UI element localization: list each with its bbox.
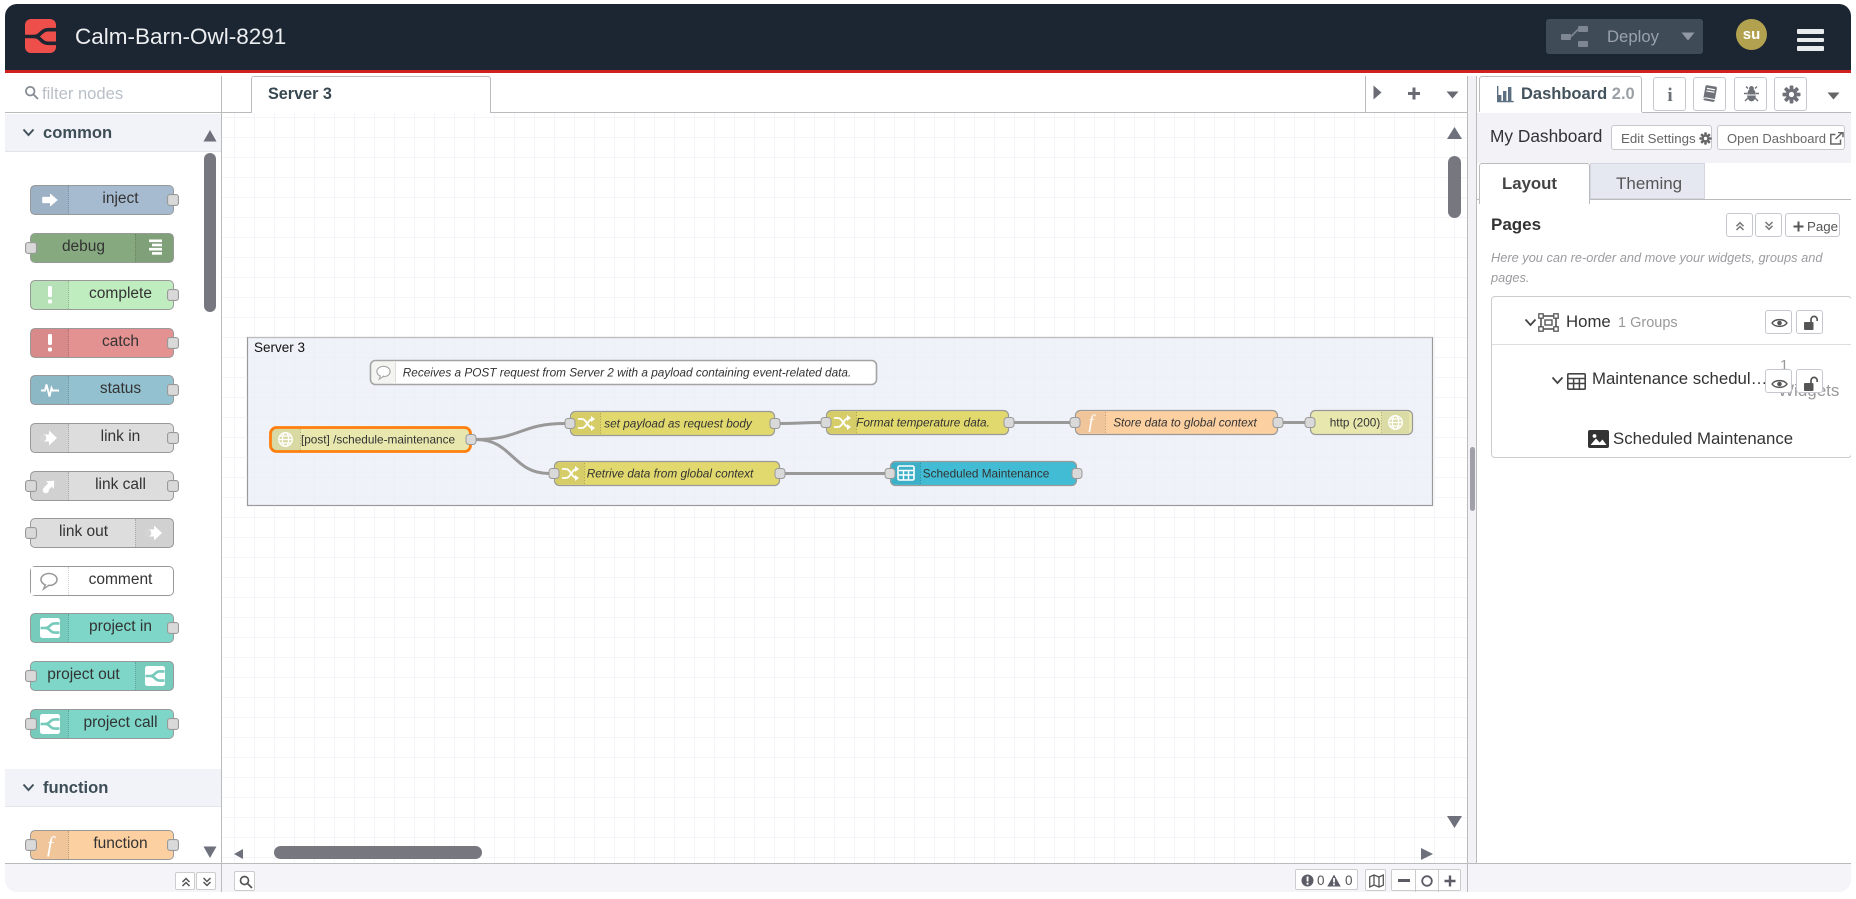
svg-text:Store data to global context: Store data to global context — [1113, 416, 1257, 430]
svg-text:Retrive data from global conte: Retrive data from global context — [587, 467, 754, 481]
svg-text:f: f — [47, 833, 56, 857]
svg-text:Server 3: Server 3 — [254, 340, 305, 355]
svg-text:http (200): http (200) — [1330, 416, 1381, 430]
svg-text:set payload as request body: set payload as request body — [604, 417, 753, 431]
svg-text:[post] /schedule-maintenance: [post] /schedule-maintenance — [301, 433, 456, 447]
svg-text:Receives a POST request from S: Receives a POST request from Server 2 wi… — [403, 366, 852, 380]
svg-text:i: i — [1667, 85, 1672, 105]
svg-text:Scheduled Maintenance: Scheduled Maintenance — [923, 467, 1050, 481]
svg-text:Format temperature data.: Format temperature data. — [856, 416, 990, 430]
